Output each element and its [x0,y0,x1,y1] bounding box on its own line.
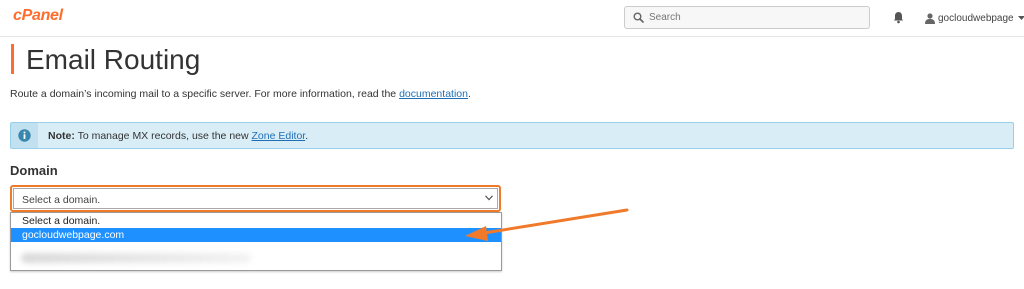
username-label: gocloudwebpage [938,12,1014,24]
top-navbar: cPanel gocloudwebpage [0,0,1024,37]
domain-option-placeholder[interactable]: Select a domain. [11,214,501,228]
cpanel-logo[interactable]: cPanel [13,7,63,25]
domain-label: Domain [10,163,58,178]
note-callout: Note: To manage MX records, use the new … [10,122,1014,149]
domain-select[interactable]: Select a domain. [13,188,498,209]
domain-dropdown-list: Select a domain. gocloudwebpage.com [10,212,502,271]
info-icon [18,129,31,142]
info-icon-box [11,123,38,148]
search-icon [633,12,644,23]
caret-down-icon [1017,15,1024,20]
search-box[interactable] [624,6,870,29]
bell-icon[interactable] [893,11,904,24]
search-input[interactable] [649,8,859,27]
redacted-blur [21,253,251,263]
domain-option-gocloudwebpage[interactable]: gocloudwebpage.com [11,228,501,242]
annotation-arrow-line [482,208,629,235]
domain-option-redacted[interactable] [11,245,501,269]
user-icon [925,12,935,24]
documentation-link[interactable]: documentation [399,88,468,100]
title-accent-bar [11,44,14,74]
page-title: Email Routing [26,44,201,75]
description-text: Route a domain’s incoming mail to a spec… [10,88,400,100]
note-label: Note: [48,130,75,142]
domain-select-value: Select a domain. [22,194,101,206]
note-suffix: . [305,130,309,142]
description-suffix: . [467,88,471,100]
page-description: Route a domain’s incoming mail to a spec… [10,88,471,100]
user-menu[interactable]: gocloudwebpage [925,10,1024,26]
note-message: To manage MX records, use the new [74,130,252,142]
note-text: Note: To manage MX records, use the new … [48,130,308,142]
chevron-down-icon [485,195,493,201]
zone-editor-link[interactable]: Zone Editor [252,130,306,142]
